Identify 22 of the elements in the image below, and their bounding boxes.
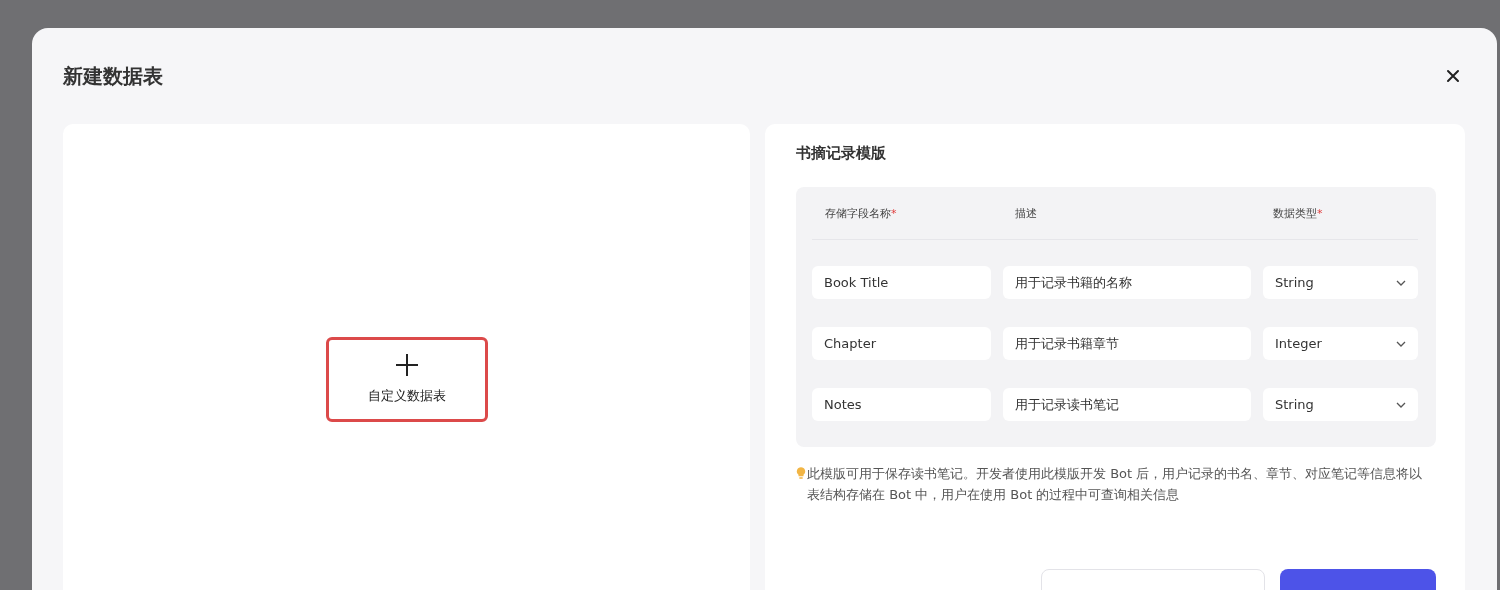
- description-input[interactable]: 用于记录书籍的名称: [1003, 266, 1251, 299]
- template-title: 书摘记录模版: [796, 144, 887, 163]
- field-name-input[interactable]: Notes: [812, 388, 991, 421]
- type-select[interactable]: String: [1263, 388, 1418, 421]
- type-select[interactable]: String: [1263, 266, 1418, 299]
- chevron-down-icon: [1396, 279, 1406, 286]
- template-note: 此模版可用于保存读书笔记。开发者使用此模版开发 Bot 后，用户记录的书名、章节、对应笔记等信息将以表结构存储在 Bot 中，用户在使用 Bot 的过程中可查询相关信息: [807, 465, 1424, 504]
- close-icon[interactable]: [1445, 68, 1461, 84]
- custom-table-button[interactable]: 自定义数据表: [325, 336, 488, 422]
- description-input[interactable]: 用于记录读书笔记: [1003, 388, 1251, 421]
- description-input[interactable]: 用于记录书籍章节: [1003, 327, 1251, 360]
- column-header: 描述: [1015, 205, 1038, 221]
- type-select[interactable]: Integer: [1263, 327, 1418, 360]
- chevron-down-icon: [1396, 340, 1406, 347]
- chevron-down-icon: [1396, 401, 1406, 408]
- column-header: 数据类型*: [1273, 205, 1324, 221]
- field-name-input[interactable]: Chapter: [812, 327, 991, 360]
- column-header: 存储字段名称*: [825, 205, 898, 221]
- field-name-input[interactable]: Book Title: [812, 266, 991, 299]
- dialog-title: 新建数据表: [63, 62, 163, 90]
- plus-icon: [394, 353, 419, 377]
- lightbulb-icon: [796, 466, 806, 480]
